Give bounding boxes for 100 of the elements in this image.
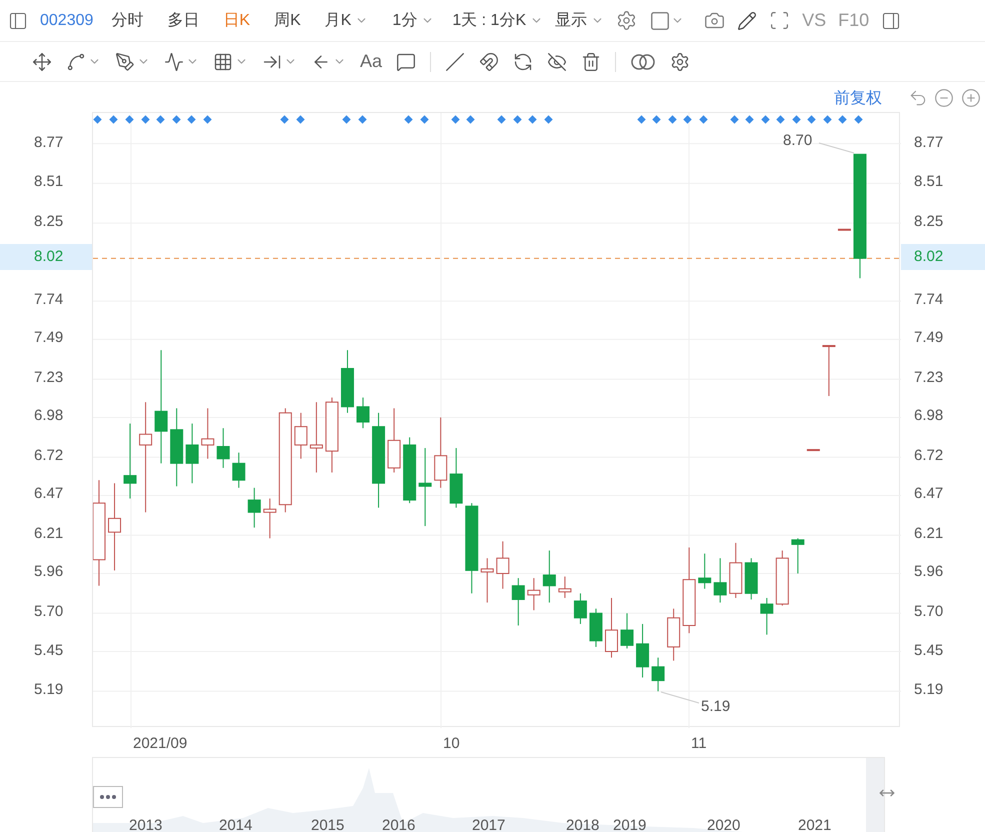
pen-icon [115,52,135,72]
price-tick: 5.96 [914,562,944,582]
candle [496,540,510,590]
price-tick: 7.23 [914,368,944,388]
price-tick: 7.74 [914,290,944,310]
candle [186,423,199,484]
price-tick: 8.77 [34,132,64,153]
period-tab[interactable]: 分时 [105,8,150,32]
candle [558,576,572,598]
panel-icon[interactable] [881,10,902,30]
price-tick: 8.51 [914,172,944,192]
year-label: 2020 [707,816,740,832]
price-tick: 5.19 [914,680,944,700]
candle [636,623,650,678]
period-tab[interactable]: 1分 [386,8,440,32]
year-label: 2018 [566,816,600,832]
price-tick: 5.70 [914,602,944,622]
magnet-icon [479,52,500,72]
candle [434,416,448,488]
move-icon [32,52,52,72]
candle [340,350,354,414]
price-tick: 6.21 [914,524,944,544]
candle [806,449,820,452]
candle [698,553,712,590]
candle [760,597,774,636]
price-tick: 8.25 [914,212,944,232]
price-tick: 7.49 [34,328,64,348]
navigator-handle[interactable] [866,758,884,832]
year-label: 2014 [219,816,252,832]
year-label: 2021 [798,816,832,832]
price-tick: 7.49 [914,328,944,348]
zigzag-line-icon [164,52,184,72]
zoom-out-icon[interactable] [934,88,954,108]
text-tool[interactable]: Aa [356,48,386,75]
candle [667,608,680,662]
candle [388,408,401,474]
square-icon [649,10,672,32]
candle [356,397,370,429]
year-label: 2019 [613,816,646,832]
candle [527,578,540,611]
panel-icon[interactable] [8,10,28,30]
price-tick: 6.21 [34,524,64,544]
candle [201,408,214,460]
candle [248,487,261,528]
high-price-label: 8.70 [783,131,812,151]
candle [605,597,618,658]
period-tab[interactable]: 月K [318,8,374,32]
price-tick: 6.47 [914,484,944,504]
date-label: 2021/09 [133,734,188,754]
refresh-icon [513,52,534,72]
candle [714,558,727,604]
price-tick: 5.45 [34,640,64,660]
period-tab[interactable]: 多日 [161,8,206,32]
candle [232,452,246,488]
candle [512,578,525,626]
settings-icon[interactable] [616,10,638,31]
candle [729,542,742,598]
display-dropdown[interactable]: 显示 [555,8,604,32]
stock-code[interactable]: 002309 [40,8,94,32]
date-label: 11 [691,734,707,754]
price-tick: 5.45 [914,640,944,660]
price-tick: 6.47 [34,484,64,504]
square-dropdown[interactable] [649,10,684,32]
year-label: 2013 [129,816,162,832]
candle [263,498,276,539]
curve-icon [66,52,86,72]
settings-icon [670,52,690,72]
price-tick: 5.70 [34,602,64,622]
zoom-in-icon[interactable] [961,88,981,108]
year-label: 2016 [382,816,416,832]
candle [838,228,851,231]
candle [791,538,804,574]
range-dropdown[interactable]: 1天 : 1分K [452,8,544,32]
price-tick: 8.25 [34,212,64,232]
more-button[interactable] [93,786,123,808]
eye-off-icon [547,52,568,72]
price-tick: 7.23 [34,368,64,388]
candle [294,412,308,460]
candle [542,550,556,604]
price-tick: 5.96 [34,562,64,582]
adjustment-link[interactable]: 前复权 [834,87,882,111]
fullscreen-icon[interactable] [769,10,790,31]
price-tick: 6.98 [34,406,64,426]
year-label: 2017 [472,816,506,832]
candle [822,345,836,397]
pencil-icon[interactable] [737,10,758,30]
candle [652,657,665,692]
price-tick: 8.51 [34,172,64,192]
ellipsis-icon [100,795,116,799]
candle [574,592,587,624]
period-tab[interactable]: 周K [268,8,307,32]
low-price-label: 5.19 [701,697,730,717]
candle [216,428,230,468]
slash-icon [445,52,466,72]
price-tick: 6.72 [34,446,64,466]
candle [480,558,494,604]
leader-line [818,142,854,154]
current-price-label: 8.02 [901,244,985,270]
undo-icon[interactable] [908,88,928,108]
camera-icon[interactable] [704,10,726,31]
